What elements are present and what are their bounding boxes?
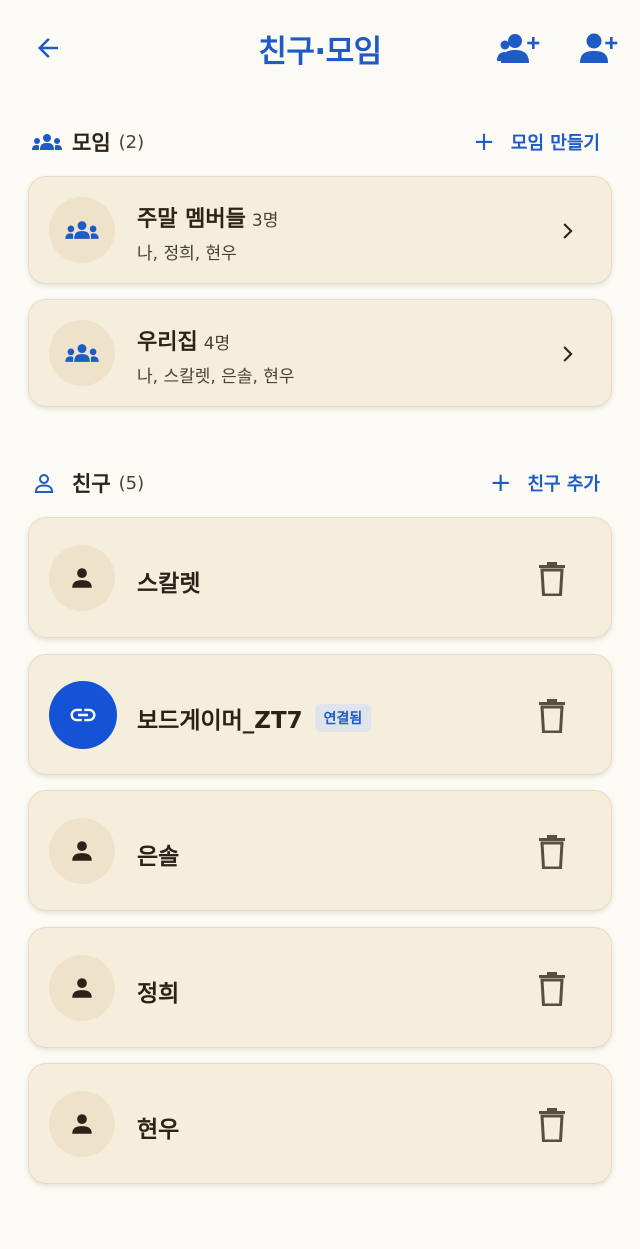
group-add-icon bbox=[497, 34, 540, 63]
friend-avatar bbox=[49, 1091, 115, 1157]
friend-card[interactable]: 은솔 bbox=[28, 790, 612, 911]
delete-friend-button[interactable] bbox=[535, 833, 569, 871]
app-header: 친구·모임 bbox=[0, 0, 640, 96]
friend-avatar bbox=[49, 955, 115, 1021]
friends-section-header: 친구 (5) + 친구 추가 bbox=[32, 465, 600, 501]
chevron-right-icon bbox=[553, 216, 583, 246]
groups-icon bbox=[65, 221, 99, 239]
group-name: 주말 멤버들 3명 bbox=[137, 201, 278, 233]
friend-card[interactable]: 정희 bbox=[28, 927, 612, 1048]
trash-icon bbox=[539, 1108, 565, 1142]
friend-card[interactable]: 보드게이머_ZT7 연결됨 bbox=[28, 654, 612, 775]
person-icon bbox=[72, 978, 92, 998]
friends-groups-screen: 친구·모임 모임 (2) + 모임 만들기 주말 멤버들 3명 나, 정희, 현… bbox=[0, 0, 640, 1249]
person-add-icon bbox=[580, 33, 618, 63]
person-icon bbox=[72, 568, 92, 588]
group-members: 나, 정희, 현우 bbox=[137, 244, 237, 264]
delete-friend-button[interactable] bbox=[535, 560, 569, 598]
plus-icon: + bbox=[473, 127, 495, 157]
friend-avatar-linked bbox=[49, 681, 117, 749]
friends-section-title: 친구 bbox=[72, 472, 111, 496]
friend-avatar bbox=[49, 818, 115, 884]
linked-badge: 연결됨 bbox=[314, 704, 372, 732]
person-icon bbox=[72, 1114, 92, 1134]
add-friend-label: 친구 추가 bbox=[527, 474, 600, 495]
friend-name-text: 보드게이머_ZT7 bbox=[137, 708, 303, 734]
group-avatar bbox=[49, 197, 115, 263]
friend-name: 은솔 bbox=[137, 837, 179, 871]
group-name-text: 주말 멤버들 bbox=[137, 207, 246, 232]
delete-friend-button[interactable] bbox=[535, 1106, 569, 1144]
group-member-count: 3명 bbox=[251, 211, 279, 231]
plus-icon: + bbox=[489, 468, 512, 498]
create-group-label: 모임 만들기 bbox=[510, 133, 600, 154]
friend-avatar bbox=[49, 545, 115, 611]
group-add-button[interactable] bbox=[497, 28, 541, 68]
delete-friend-button[interactable] bbox=[535, 970, 569, 1008]
add-friend-button[interactable]: + 친구 추가 bbox=[490, 470, 600, 496]
link-icon bbox=[70, 708, 96, 722]
group-card[interactable]: 주말 멤버들 3명 나, 정희, 현우 bbox=[28, 176, 612, 284]
create-group-button[interactable]: + 모임 만들기 bbox=[473, 129, 600, 155]
group-avatar bbox=[49, 320, 115, 386]
friend-name: 현우 bbox=[137, 1110, 179, 1144]
group-name: 우리집 4명 bbox=[137, 324, 230, 356]
delete-friend-button[interactable] bbox=[535, 697, 569, 735]
friend-name-text: 정희 bbox=[137, 981, 180, 1007]
friend-card[interactable]: 현우 bbox=[28, 1063, 612, 1184]
trash-icon bbox=[539, 835, 565, 869]
groups-icon bbox=[32, 127, 62, 157]
friend-name: 정희 bbox=[137, 974, 179, 1008]
friend-name-text: 현우 bbox=[137, 1117, 180, 1143]
trash-icon bbox=[539, 562, 565, 596]
trash-icon bbox=[539, 699, 565, 733]
groups-section-title: 모임 bbox=[72, 131, 111, 155]
person-icon bbox=[72, 841, 92, 861]
group-card[interactable]: 우리집 4명 나, 스칼렛, 은솔, 현우 bbox=[28, 299, 612, 407]
groups-icon bbox=[65, 344, 99, 362]
friend-name-text: 은솔 bbox=[137, 844, 180, 870]
friend-name: 보드게이머_ZT7 연결됨 bbox=[137, 701, 372, 735]
trash-icon bbox=[539, 972, 565, 1006]
group-member-count: 4명 bbox=[203, 334, 231, 354]
friend-name: 스칼렛 bbox=[137, 564, 200, 598]
group-name-text: 우리집 bbox=[137, 330, 198, 355]
chevron-right-icon bbox=[553, 339, 583, 369]
friend-name-text: 스칼렛 bbox=[137, 571, 201, 597]
page-title: 친구·모임 bbox=[258, 34, 382, 70]
group-members: 나, 스칼렛, 은솔, 현우 bbox=[137, 367, 295, 387]
friend-card[interactable]: 스칼렛 bbox=[28, 517, 612, 638]
person-outline-icon bbox=[32, 468, 62, 498]
person-add-button[interactable] bbox=[578, 28, 622, 68]
groups-section-header: 모임 (2) + 모임 만들기 bbox=[32, 124, 600, 160]
friends-count: (5) bbox=[118, 472, 145, 494]
groups-count: (2) bbox=[118, 131, 145, 153]
